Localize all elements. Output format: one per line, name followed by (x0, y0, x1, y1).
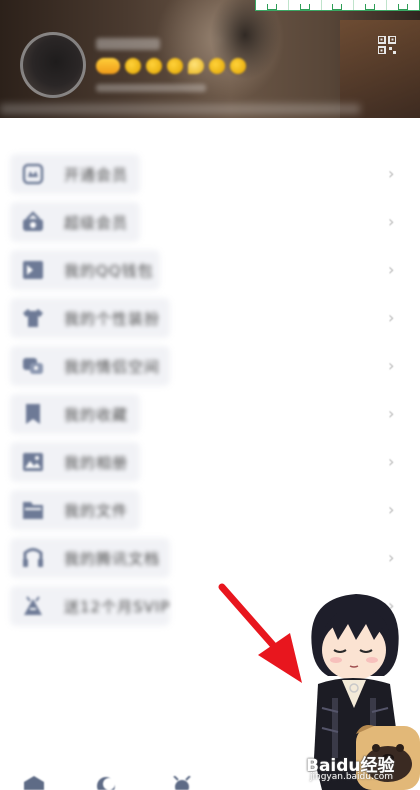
vip-crown-badge (96, 58, 120, 74)
qr-code-icon[interactable] (378, 36, 396, 54)
menu-item-open-membership[interactable]: 开通会员 › (0, 150, 420, 198)
floating-toolbar (255, 0, 420, 11)
menu-item-label: 送12个月SVIP (64, 598, 171, 616)
toolbar-home-icon[interactable] (322, 0, 355, 10)
toolbar-expand-icon[interactable] (289, 0, 322, 10)
level-badges[interactable] (96, 58, 246, 74)
menu-item-label: 我的相册 (64, 454, 129, 472)
level-star-badge (209, 58, 225, 74)
chevron-right-icon: › (388, 452, 395, 471)
toolbar-copy-icon[interactable] (256, 0, 289, 10)
chevron-right-icon: › (388, 260, 395, 279)
menu-item-super-vip[interactable]: 超级会员 › (0, 198, 420, 246)
settings-icon[interactable] (24, 776, 44, 790)
bookmark-icon (26, 404, 40, 424)
drawer-menu: 开通会员 › 超级会员 › 我的QQ钱包 › 我的个性装扮 › 我的情侣空间 ›… (0, 150, 420, 630)
menu-item-label: 我的情侣空间 (64, 358, 161, 376)
chevron-right-icon: › (388, 212, 395, 231)
chevron-right-icon: › (388, 404, 395, 423)
avatar[interactable] (20, 32, 86, 98)
couple-space-icon (23, 358, 43, 374)
signature-redacted[interactable] (96, 84, 206, 92)
toolbar-window-icon[interactable] (354, 0, 388, 10)
menu-item-label: 我的QQ钱包 (64, 262, 154, 280)
menu-item-personal-dressup[interactable]: 我的个性装扮 › (0, 294, 420, 342)
tshirt-icon (23, 309, 43, 327)
nickname-redacted[interactable] (96, 38, 160, 50)
menu-item-label: 我的文件 (64, 502, 129, 520)
moon-icon[interactable] (96, 776, 116, 790)
menu-item-files[interactable]: 我的文件 › (0, 486, 420, 534)
watermark-url: jingyan.baidu.com (310, 772, 394, 782)
menu-item-favorites[interactable]: 我的收藏 › (0, 390, 420, 438)
level-sun-badge (167, 58, 183, 74)
toolbar-settings-icon[interactable] (387, 0, 419, 10)
chevron-right-icon: › (388, 356, 395, 375)
menu-item-label: 超级会员 (64, 214, 129, 232)
level-sun-badge (146, 58, 162, 74)
chevron-right-icon: › (388, 308, 395, 327)
shopping-basket-icon (23, 211, 43, 231)
level-sun-badge (125, 58, 141, 74)
photo-album-icon (23, 453, 43, 471)
menu-item-couple-space[interactable]: 我的情侣空间 › (0, 342, 420, 390)
menu-item-label: 开通会员 (64, 166, 129, 184)
music-doc-icon (23, 548, 43, 567)
folder-icon (23, 502, 43, 519)
header-bottom-blur (0, 104, 360, 114)
menu-item-label: 我的个性装扮 (64, 310, 161, 328)
crown-card-icon (22, 163, 44, 185)
chevron-right-icon: › (388, 500, 395, 519)
menu-item-label: 我的腾讯文档 (64, 550, 161, 568)
weather-icon[interactable] (172, 776, 192, 790)
profile-header (0, 0, 420, 118)
chevron-right-icon: › (388, 164, 395, 183)
level-moon-badge (188, 58, 204, 74)
wallet-icon (23, 261, 43, 279)
menu-item-qq-wallet[interactable]: 我的QQ钱包 › (0, 246, 420, 294)
chevron-right-icon: › (388, 548, 395, 567)
menu-item-label: 我的收藏 (64, 406, 129, 424)
gift-icon (24, 596, 42, 615)
menu-item-photo-album[interactable]: 我的相册 › (0, 438, 420, 486)
level-star-badge (230, 58, 246, 74)
